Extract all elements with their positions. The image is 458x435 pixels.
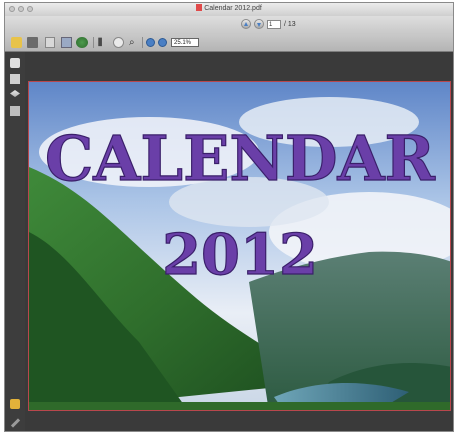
page-thumbnails-icon[interactable]: [10, 58, 20, 68]
main-toolbar: ⫼ ⌕ 25.1%: [5, 34, 453, 52]
pdf-viewer-window: Calendar 2012.pdf 1 / 13 ⫼ ⌕ 25.1% CALEN…: [4, 2, 454, 432]
landscape-photo: CALENDAR 2012: [29, 82, 450, 410]
pen-icon[interactable]: [10, 418, 21, 428]
zoom-out-button[interactable]: [146, 38, 155, 47]
calendar-cover-page: CALENDAR 2012: [28, 81, 451, 411]
previous-page-button[interactable]: [241, 19, 251, 29]
hand-tool-icon[interactable]: [113, 37, 124, 48]
comments-icon[interactable]: [10, 399, 20, 409]
page-number-input[interactable]: 1: [267, 19, 281, 29]
text-select-icon[interactable]: ⫼: [98, 37, 108, 48]
signatures-icon[interactable]: [10, 106, 20, 116]
zoom-level-field[interactable]: 25.1%: [171, 38, 199, 47]
document-area[interactable]: CALENDAR 2012: [25, 52, 453, 431]
attachments-icon[interactable]: [10, 74, 20, 84]
page-navigation: 1 / 13: [241, 19, 296, 29]
window-title: Calendar 2012.pdf: [204, 5, 262, 12]
share-icon[interactable]: [76, 37, 88, 48]
pdf-file-icon: [196, 4, 203, 11]
title-bar: Calendar 2012.pdf: [5, 3, 453, 17]
toolbar-divider: [142, 37, 143, 48]
open-folder-icon[interactable]: [11, 37, 22, 48]
save-icon[interactable]: [61, 37, 72, 48]
toolbar-divider: [93, 37, 94, 48]
print-icon[interactable]: [27, 37, 38, 48]
layers-icon[interactable]: [10, 90, 20, 97]
zoom-tool-icon[interactable]: ⌕: [129, 37, 140, 48]
calendar-headline: CALENDAR: [45, 122, 435, 195]
calendar-year: 2012: [162, 222, 318, 288]
zoom-in-button[interactable]: [158, 38, 167, 47]
page-navigation-bar: 1 / 13: [5, 16, 453, 34]
email-icon[interactable]: [45, 37, 55, 48]
window-title-area: Calendar 2012.pdf: [5, 4, 453, 12]
left-sidebar: [5, 52, 25, 431]
page-total-label: / 13: [284, 20, 296, 28]
next-page-button[interactable]: [254, 19, 264, 29]
